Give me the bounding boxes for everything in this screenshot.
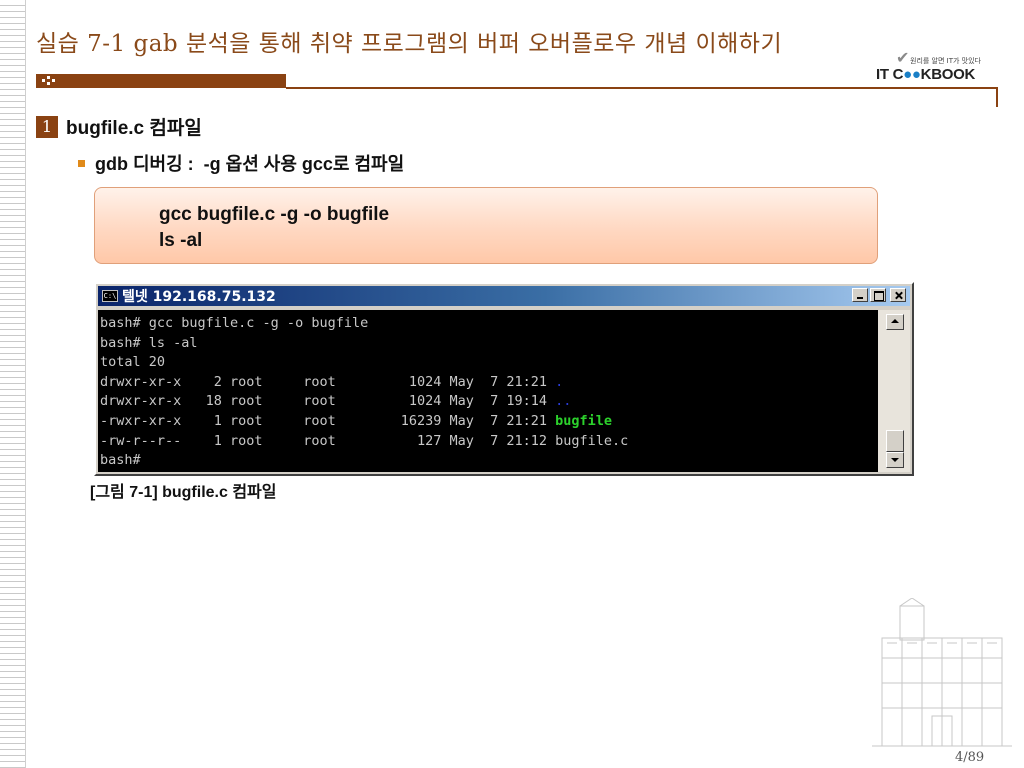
telnet-terminal-window: C:\ 텔넷 192.168.75.132 bash# gcc bugfile.… (94, 282, 914, 476)
section-title: bugfile.c 컴파일 (66, 118, 202, 139)
title-underline-bar (36, 74, 286, 88)
terminal-title: 텔넷 192.168.75.132 (122, 289, 276, 305)
dir-name-current: . (555, 373, 564, 390)
scroll-up-button[interactable] (886, 314, 904, 330)
bullet-item: gdb 디버깅 : -g 옵션 사용 gcc로 컴파일 (78, 150, 404, 176)
command-line: gcc bugfile.c -g -o bugfile (159, 204, 390, 225)
it-cookbook-logo: ✔ 원리를 알면 IT가 맛있다 IT C●●KBOOK (870, 48, 998, 86)
title-divider-corner (996, 87, 998, 107)
terminal-line: bash# ls -al (100, 334, 198, 351)
square-bullet-icon (78, 159, 85, 167)
section-number-badge: 1 (36, 115, 58, 138)
minimize-button[interactable] (852, 288, 868, 302)
scroll-thumb[interactable] (886, 430, 904, 452)
building-sketch-icon (872, 598, 1012, 747)
terminal-line: -rw-r--r-- 1 root root 127 May 7 21:12 b… (100, 432, 629, 449)
close-button[interactable] (890, 288, 906, 302)
checkmark-icon: ✔ (896, 48, 910, 67)
executable-name: bugfile (555, 412, 613, 429)
terminal-line: drwxr-xr-x 18 root root 1024 May 7 19:14… (100, 393, 572, 410)
window-controls (852, 288, 906, 302)
dots-decoration-icon (42, 76, 55, 85)
page-number: 4/89 (955, 750, 985, 765)
logo-tagline: 원리를 알면 IT가 맛있다 (910, 57, 981, 65)
terminal-line: drwxr-xr-x 2 root root 1024 May 7 21:21 … (100, 373, 564, 390)
logo-wordmark: IT C●●KBOOK (876, 66, 976, 83)
slide-title: 실습 7-1 gab 분석을 통해 취약 프로그램의 버퍼 오버플로우 개념 이… (36, 31, 783, 57)
command-line: ls -al (159, 230, 203, 251)
terminal-line: total 20 (100, 354, 166, 371)
command-box: gcc bugfile.c -g -o bugfile ls -al (94, 187, 878, 264)
dir-name-parent: .. (555, 393, 572, 410)
terminal-output[interactable]: bash# gcc bugfile.c -g -o bugfile bash# … (98, 310, 880, 472)
terminal-line: bash# gcc bugfile.c -g -o bugfile (100, 315, 369, 331)
console-icon: C:\ (102, 290, 118, 302)
maximize-button[interactable] (870, 288, 886, 302)
left-margin-stripes (0, 0, 26, 768)
figure-caption: [그림 7-1] bugfile.c 컴파일 (90, 484, 277, 501)
bullet-text: gdb 디버깅 : -g 옵션 사용 gcc로 컴파일 (95, 154, 405, 174)
scroll-down-button[interactable] (886, 452, 904, 468)
title-divider-line (286, 87, 998, 89)
terminal-titlebar[interactable]: C:\ 텔넷 192.168.75.132 (98, 286, 910, 306)
terminal-line: -rwxr-xr-x 1 root root 16239 May 7 21:21… (100, 412, 613, 429)
vertical-scrollbar[interactable] (878, 310, 910, 472)
section-heading: 1 bugfile.c 컴파일 (36, 113, 202, 140)
terminal-prompt: bash# (100, 452, 141, 469)
